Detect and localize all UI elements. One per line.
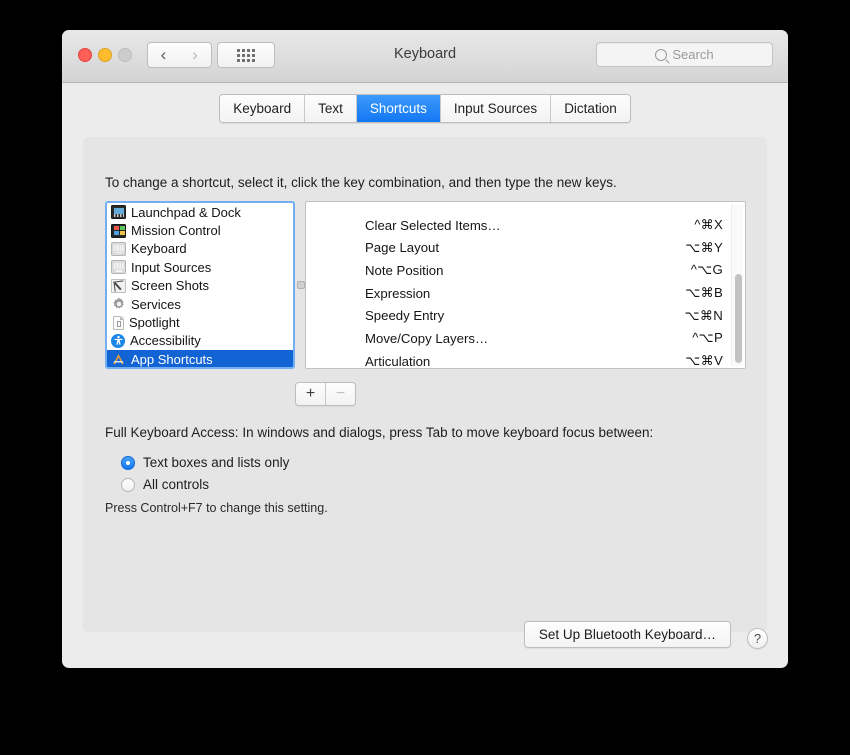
keyboard-preferences-window: ‹ › Keyboard Search Keyboard Text Shortc… [62,30,788,668]
table-row[interactable]: Articulation ⌥⌘V [306,350,745,369]
radio-all-controls[interactable]: All controls [121,477,209,492]
table-row[interactable] [306,202,745,214]
sidebar-item-label: Keyboard [131,241,187,257]
set-up-bluetooth-keyboard-button[interactable]: Set Up Bluetooth Keyboard… [523,621,731,648]
tab-keyboard[interactable]: Keyboard [220,95,306,122]
table-row[interactable]: Speedy Entry ⌥⌘N [306,304,745,327]
radio-label: Text boxes and lists only [143,455,290,470]
sidebar-item-accessibility[interactable]: Accessibility [107,332,293,350]
search-placeholder: Search [672,47,714,62]
tab-input-sources[interactable]: Input Sources [440,95,552,122]
sidebar-item-label: Accessibility [130,333,201,349]
gear-icon [111,297,126,311]
shortcut-keys[interactable]: ⌥⌘Y [685,240,723,256]
shortcuts-list[interactable]: Clear Selected Items… ^⌘X Page Layout ⌥⌘… [305,201,746,369]
shortcut-keys[interactable]: ⌥⌘N [684,308,723,324]
search-icon [655,48,668,61]
shortcut-name: Speedy Entry [365,308,445,324]
category-list[interactable]: Launchpad & Dock Mission Control Keyboar… [105,201,295,369]
radio-text-boxes-and-lists-only[interactable]: Text boxes and lists only [121,455,289,470]
sidebar-item-keyboard[interactable]: Keyboard [107,240,293,258]
table-row[interactable]: Move/Copy Layers… ^⌥P [306,327,745,350]
search-input[interactable]: Search [596,42,773,67]
sidebar-item-label: Input Sources [131,259,212,275]
tab-bar: Keyboard Text Shortcuts Input Sources Di… [62,94,788,123]
shortcut-name: Clear Selected Items… [365,217,501,233]
shortcut-name: Note Position [365,262,444,278]
document-icon [113,315,124,330]
accessibility-icon [111,333,125,348]
mission-control-icon [111,223,126,238]
radio-icon[interactable] [121,477,135,492]
table-row[interactable]: Page Layout ⌥⌘Y [306,236,745,259]
sidebar-item-input-sources[interactable]: Input Sources [107,258,293,276]
sidebar-item-label: Services [131,296,181,312]
full-keyboard-access-note: Press Control+F7 to change this setting. [105,501,328,515]
shortcut-name: Page Layout [365,240,440,256]
sidebar-item-app-shortcuts[interactable]: App Shortcuts [107,350,293,367]
sidebar-item-mission-control[interactable]: Mission Control [107,221,293,239]
remove-shortcut-button[interactable]: − [326,383,355,405]
list-action-buttons: + − [295,382,356,406]
instruction-text: To change a shortcut, select it, click t… [105,175,617,190]
radio-icon[interactable] [121,455,135,470]
shortcut-keys[interactable]: ^⌘X [694,217,723,233]
window-titlebar: ‹ › Keyboard Search [62,30,788,83]
full-keyboard-access-title: Full Keyboard Access: In windows and dia… [105,425,654,440]
keyboard-icon [111,241,126,256]
app-store-icon [111,352,126,366]
dock-icon [111,205,126,220]
sidebar-item-label: Screen Shots [131,278,210,294]
scrollbar[interactable] [731,204,743,366]
help-button[interactable]: ? [747,628,768,649]
add-shortcut-button[interactable]: + [296,383,326,405]
shortcut-keys[interactable]: ^⌥P [692,330,723,346]
table-row[interactable]: Note Position ^⌥G [306,259,745,282]
sidebar-item-services[interactable]: Services [107,295,293,313]
sidebar-item-launchpad-dock[interactable]: Launchpad & Dock [107,203,293,221]
shortcut-name: Expression [365,285,431,301]
sidebar-item-spotlight[interactable]: Spotlight [107,313,293,331]
split-panes: Launchpad & Dock Mission Control Keyboar… [105,201,746,369]
splitter-handle[interactable] [297,281,305,289]
screenshot-icon [111,278,126,293]
shortcut-name: Move/Copy Layers… [365,330,489,346]
tab-text[interactable]: Text [305,95,357,122]
table-row[interactable]: Expression ⌥⌘B [306,282,745,305]
shortcut-keys[interactable]: ⌥⌘B [685,285,723,301]
sidebar-item-label: App Shortcuts [131,351,213,367]
table-row[interactable]: Clear Selected Items… ^⌘X [306,214,745,237]
scrollbar-thumb[interactable] [734,273,742,363]
tab-dictation[interactable]: Dictation [551,95,630,122]
tab-shortcuts[interactable]: Shortcuts [356,95,441,122]
shortcut-keys[interactable]: ⌥⌘V [685,353,723,368]
keyboard-icon [111,260,126,275]
shortcuts-panel: To change a shortcut, select it, click t… [83,137,767,632]
sidebar-item-label: Launchpad & Dock [131,204,241,220]
shortcut-keys[interactable]: ^⌥G [691,262,723,278]
sidebar-item-label: Spotlight [129,315,180,331]
radio-label: All controls [143,477,210,492]
sidebar-item-screen-shots[interactable]: Screen Shots [107,277,293,295]
sidebar-item-label: Mission Control [131,223,221,239]
shortcut-name: Articulation [365,353,431,369]
